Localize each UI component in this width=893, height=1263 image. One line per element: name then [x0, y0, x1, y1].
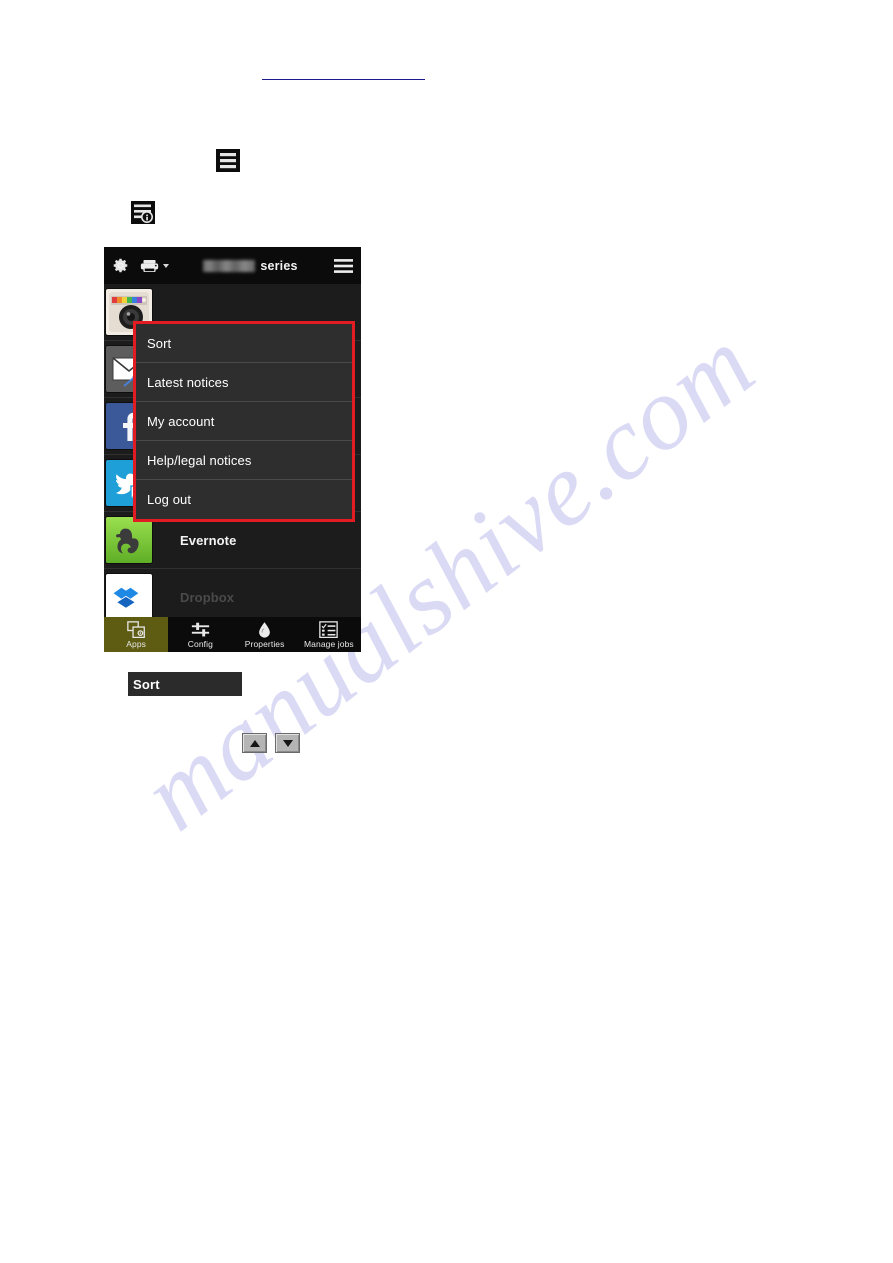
tab-label: Manage jobs — [303, 638, 354, 649]
printer-icon — [140, 259, 159, 273]
triangle-down-icon — [282, 739, 293, 747]
gear-icon[interactable] — [112, 257, 129, 274]
tab-properties[interactable]: Properties — [233, 617, 297, 652]
app-header-bar: series — [104, 247, 361, 284]
app-list: Photos in Tweets Evernot — [104, 284, 361, 617]
tab-label: Properties — [244, 638, 285, 649]
app-row-dropbox[interactable]: Dropbox — [104, 569, 361, 617]
move-down-button[interactable] — [275, 733, 300, 753]
sliders-icon — [191, 621, 210, 638]
triangle-up-icon — [249, 739, 260, 747]
menu-item-my-account[interactable]: My account — [136, 402, 352, 441]
menu-item-latest-notices[interactable]: Latest notices — [136, 363, 352, 402]
sort-chip-label: Sort — [133, 676, 160, 692]
dropbox-icon — [106, 574, 152, 617]
checklist-icon — [319, 620, 339, 638]
series-label: series — [260, 258, 298, 273]
tab-manage-jobs[interactable]: Manage jobs — [297, 617, 361, 652]
account-dropdown-menu: Sort Latest notices My account Help/lega… — [133, 321, 355, 522]
tab-apps[interactable]: Apps — [104, 617, 169, 652]
app-label: Evernote — [180, 532, 237, 548]
cloud-printing-center-screen: series Evernote Dropbox Sort Latest noti… — [104, 247, 361, 652]
menu-item-help-legal-notices[interactable]: Help/legal notices — [136, 441, 352, 480]
menu-item-log-out[interactable]: Log out — [136, 480, 352, 519]
bottom-tab-bar: Apps Config Properties Manage jobs — [104, 617, 361, 652]
menu-item-label: Help/legal notices — [147, 452, 252, 468]
sort-stepper-buttons — [242, 733, 300, 753]
tab-label: Apps — [126, 638, 147, 649]
menu-item-label: Sort — [147, 335, 172, 351]
tab-label: Config — [187, 638, 213, 649]
top-hyperlink[interactable] — [262, 79, 425, 80]
menu-item-label: My account — [147, 413, 215, 429]
menu-item-sort[interactable]: Sort — [136, 324, 352, 363]
app-label: Dropbox — [180, 589, 235, 605]
printer-selector[interactable] — [140, 259, 169, 273]
menu-item-label: Latest notices — [147, 374, 229, 390]
printer-model-title: series — [173, 259, 328, 273]
hamburger-menu-icon[interactable] — [334, 258, 353, 274]
tab-config[interactable]: Config — [168, 617, 232, 652]
chevron-down-icon — [163, 263, 169, 268]
model-name-redacted — [203, 259, 256, 272]
move-up-button[interactable] — [242, 733, 267, 753]
hamburger-menu-icon — [216, 149, 240, 172]
apps-icon — [126, 620, 146, 638]
menu-item-label: Log out — [147, 492, 192, 507]
sort-label-chip: Sort — [128, 672, 242, 696]
list-info-icon — [131, 201, 155, 224]
ink-drop-icon — [255, 621, 274, 638]
evernote-icon — [106, 517, 152, 563]
